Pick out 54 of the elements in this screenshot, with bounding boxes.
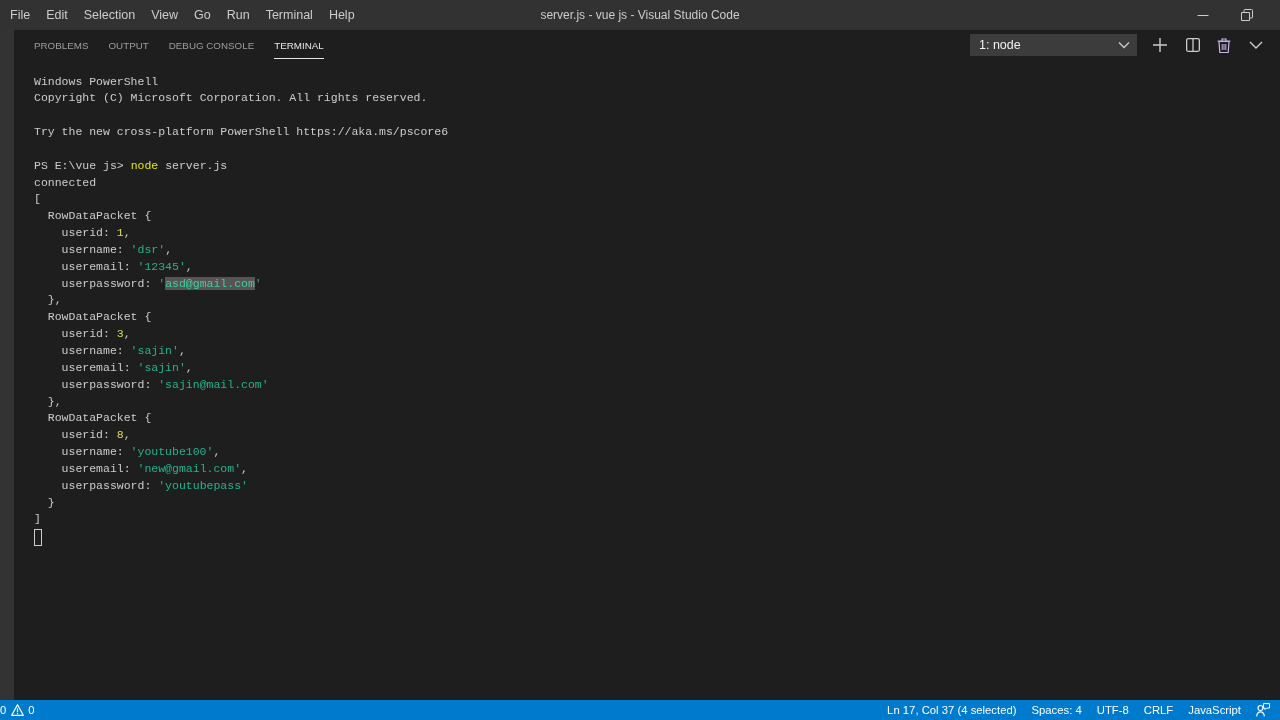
terminal-line: username: 'sajin', [61,343,186,359]
terminal-line: Try the new cross-platform PowerShell https://aka.ms/pscore6 [34,124,449,141]
menu-item[interactable]: File [2,0,39,30]
panel-tab[interactable]: OUTPUT [108,31,149,59]
terminal-line: }, [47,393,62,410]
menu-item[interactable]: Edit [38,0,76,30]
menu-item[interactable]: Run [218,0,258,30]
status-item[interactable]: Ln 17, Col 37 (4 selected) [887,700,1017,720]
terminal-line: RowDataPacket { [47,410,152,427]
status-item[interactable]: JavaScript [1188,700,1241,720]
panel-tab[interactable]: TERMINAL [274,31,324,59]
menu-item[interactable]: View [143,0,186,30]
terminal-line: Copyright (C) Microsoft Corporation. All rights reserved. [34,90,428,107]
terminal-line: userpassword: 'sajin@mail.com' [61,376,269,393]
warning-icon[interactable] [11,704,25,716]
terminal-line: userid: 3, [61,326,131,343]
error-count[interactable]: 0 [0,700,7,720]
terminal-line: RowDataPacket { [47,208,152,225]
terminal-line: }, [47,292,62,309]
chevron-down-icon[interactable] [1249,41,1263,49]
menu-item[interactable]: Help [320,0,363,30]
terminal-line: userid: 8, [61,427,131,444]
menu-item[interactable]: Go [186,0,219,30]
terminal-line: PS E:\vue js> node server.js [34,157,228,174]
terminal-line: useremail: 'sajin', [61,359,193,376]
chevron-down-icon [1118,41,1130,49]
terminal-line: useremail: '12345', [61,258,193,275]
terminal-line: } [47,494,55,511]
menu-item[interactable]: Selection [75,0,144,30]
terminal-line: userpassword: 'asd@gmail.com' [61,275,262,292]
terminal-line: ] [34,511,41,528]
terminal-select[interactable]: 1: node [970,34,1137,56]
status-item[interactable]: CRLF [1143,700,1174,720]
split-icon[interactable] [1186,38,1200,52]
status-item[interactable]: UTF-8 [1096,700,1129,720]
terminal-line: username: 'youtube100', [61,444,221,461]
trash-icon[interactable] [1217,37,1231,53]
warning-count[interactable]: 0 [28,700,35,720]
terminal-line: Windows PowerShell [34,73,159,90]
feedback-icon[interactable] [1256,703,1270,717]
terminal-line: userpassword: 'youtubepass' [61,477,248,494]
status-item[interactable]: Spaces: 4 [1031,700,1082,720]
menu-item[interactable]: Terminal [257,0,321,30]
panel-tab[interactable]: DEBUG CONSOLE [168,31,255,59]
panel-tab[interactable]: PROBLEMS [34,31,89,59]
terminal-line: [ [34,191,41,208]
terminal-line: username: 'dsr', [61,241,173,258]
terminal-line: connected [34,174,97,191]
restore-icon[interactable] [1241,9,1253,21]
terminal-line: userid: 1, [61,225,131,242]
terminal-line: useremail: 'new@gmail.com', [61,460,248,477]
terminal-line: RowDataPacket { [47,309,152,326]
window-title: server.js - vue js - Visual Studio Code [540,8,740,22]
plus-icon[interactable] [1153,38,1167,52]
